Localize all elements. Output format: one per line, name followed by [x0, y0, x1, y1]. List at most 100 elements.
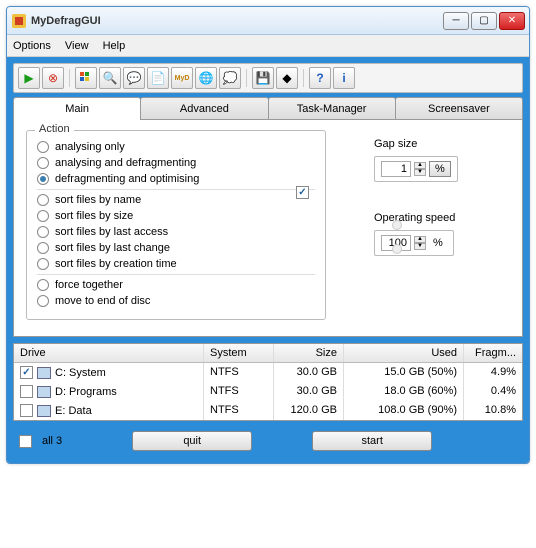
col-drive[interactable]: Drive	[14, 344, 204, 362]
help-icon[interactable]: ?	[309, 67, 331, 89]
drive-size: 120.0 GB	[274, 401, 344, 420]
cloud-icon[interactable]: 💭	[219, 67, 241, 89]
col-used[interactable]: Used	[344, 344, 464, 362]
gap-spinner[interactable]: ▲▼	[414, 162, 426, 176]
search-icon[interactable]: 🔍	[99, 67, 121, 89]
myd-icon[interactable]: MyD	[171, 67, 193, 89]
drive-name: D: Programs	[55, 386, 117, 398]
radio-icon[interactable]	[37, 242, 49, 254]
action-label: sort files by last change	[55, 242, 170, 254]
grid-icon[interactable]	[75, 67, 97, 89]
maximize-button[interactable]: ▢	[471, 12, 497, 30]
drive-frag: 10.8%	[464, 401, 522, 420]
save-icon[interactable]: 💾	[252, 67, 274, 89]
drive-used: 108.0 GB (90%)	[344, 401, 464, 420]
action-option[interactable]: sort files by size	[37, 208, 315, 224]
col-fragm[interactable]: Fragm...	[464, 344, 522, 362]
drive-icon	[37, 386, 51, 398]
radio-icon[interactable]	[37, 141, 49, 153]
info-icon[interactable]: i	[333, 67, 355, 89]
tab-advanced[interactable]: Advanced	[140, 97, 268, 120]
table-row[interactable]: C: SystemNTFS30.0 GB15.0 GB (50%)4.9%	[14, 363, 522, 382]
speed-unit: %	[429, 237, 447, 249]
gap-size-input[interactable]	[381, 161, 411, 177]
all-checkbox[interactable]	[19, 435, 32, 448]
action-label: sort files by last access	[55, 226, 168, 238]
table-row[interactable]: E: DataNTFS120.0 GB108.0 GB (90%)10.8%	[14, 401, 522, 420]
radio-icon[interactable]	[37, 295, 49, 307]
stop-icon[interactable]: ⊗	[42, 67, 64, 89]
action-label: sort files by size	[55, 210, 133, 222]
drive-checkbox[interactable]	[20, 404, 33, 417]
action-label: analysing only	[55, 141, 125, 153]
app-window: MyDefragGUI ─ ▢ ✕ Options View Help ▶ ⊗ …	[6, 6, 530, 464]
tab-task-manager[interactable]: Task-Manager	[268, 97, 396, 120]
col-system[interactable]: System	[204, 344, 274, 362]
toolbar: ▶ ⊗ 🔍 💬 📄 MyD 🌐 💭 💾 ◆ ? i	[13, 63, 523, 93]
drive-name: C: System	[55, 367, 106, 379]
bottom-bar: all 3 quit start	[13, 421, 523, 457]
menu-options[interactable]: Options	[13, 40, 51, 52]
action-fieldset: Action analysing onlyanalysing and defra…	[26, 130, 326, 320]
action-option[interactable]: move to end of disc	[37, 293, 315, 309]
all-label: all 3	[42, 435, 62, 447]
action-label: analysing and defragmenting	[55, 157, 196, 169]
action-option[interactable]: defragmenting and optimising	[37, 171, 315, 187]
radio-icon[interactable]	[37, 157, 49, 169]
quit-button[interactable]: quit	[132, 431, 252, 451]
drive-system: NTFS	[204, 401, 274, 420]
gap-size-box: ▲▼ %	[374, 156, 458, 182]
note-icon[interactable]: 📄	[147, 67, 169, 89]
speed-spinner[interactable]: ▲▼	[414, 236, 426, 250]
tab-screensaver[interactable]: Screensaver	[395, 97, 523, 120]
action-option[interactable]: analysing only	[37, 139, 315, 155]
minimize-button[interactable]: ─	[443, 12, 469, 30]
drive-used: 15.0 GB (50%)	[344, 363, 464, 382]
radio-icon[interactable]	[37, 210, 49, 222]
extra-dot-1[interactable]	[392, 220, 402, 230]
col-size[interactable]: Size	[274, 344, 344, 362]
drive-used: 18.0 GB (60%)	[344, 382, 464, 401]
action-label: move to end of disc	[55, 295, 150, 307]
play-icon[interactable]: ▶	[18, 67, 40, 89]
radio-icon[interactable]	[37, 258, 49, 270]
drive-checkbox[interactable]	[20, 385, 33, 398]
gap-unit-button[interactable]: %	[429, 161, 451, 177]
action-label: sort files by creation time	[55, 258, 177, 270]
start-button[interactable]: start	[312, 431, 432, 451]
globe-icon[interactable]: 🌐	[195, 67, 217, 89]
action-label: force together	[55, 279, 123, 291]
tab-main[interactable]: Main	[13, 97, 141, 120]
drive-system: NTFS	[204, 382, 274, 401]
action-option[interactable]: sort files by last access	[37, 224, 315, 240]
menu-help[interactable]: Help	[103, 40, 126, 52]
radio-icon[interactable]	[37, 173, 49, 185]
titlebar: MyDefragGUI ─ ▢ ✕	[7, 7, 529, 35]
drive-frag: 0.4%	[464, 382, 522, 401]
action-option-checkbox[interactable]	[296, 186, 309, 199]
drive-table-header: Drive System Size Used Fragm...	[14, 344, 522, 363]
tabstrip: Main Advanced Task-Manager Screensaver	[13, 97, 523, 120]
table-row[interactable]: D: Programs NTFS30.0 GB18.0 GB (60%)0.4%	[14, 382, 522, 401]
action-option[interactable]: sort files by last change	[37, 240, 315, 256]
balloon-icon[interactable]: 💬	[123, 67, 145, 89]
drive-size: 30.0 GB	[274, 382, 344, 401]
radio-icon[interactable]	[37, 194, 49, 206]
action-option[interactable]: sort files by name	[37, 192, 315, 208]
radio-icon[interactable]	[37, 279, 49, 291]
drive-checkbox[interactable]	[20, 366, 33, 379]
diamond-icon[interactable]: ◆	[276, 67, 298, 89]
drive-table: Drive System Size Used Fragm... C: Syste…	[13, 343, 523, 421]
action-legend: Action	[35, 123, 74, 135]
radio-icon[interactable]	[37, 226, 49, 238]
close-button[interactable]: ✕	[499, 12, 525, 30]
menu-view[interactable]: View	[65, 40, 89, 52]
action-option[interactable]: force together	[37, 277, 315, 293]
extra-dot-2[interactable]	[392, 244, 402, 254]
extra-radio-column	[392, 220, 402, 254]
drive-icon	[37, 367, 51, 379]
action-option[interactable]: analysing and defragmenting	[37, 155, 315, 171]
action-label: defragmenting and optimising	[55, 173, 199, 185]
drive-icon	[37, 405, 51, 417]
action-option[interactable]: sort files by creation time	[37, 256, 315, 272]
